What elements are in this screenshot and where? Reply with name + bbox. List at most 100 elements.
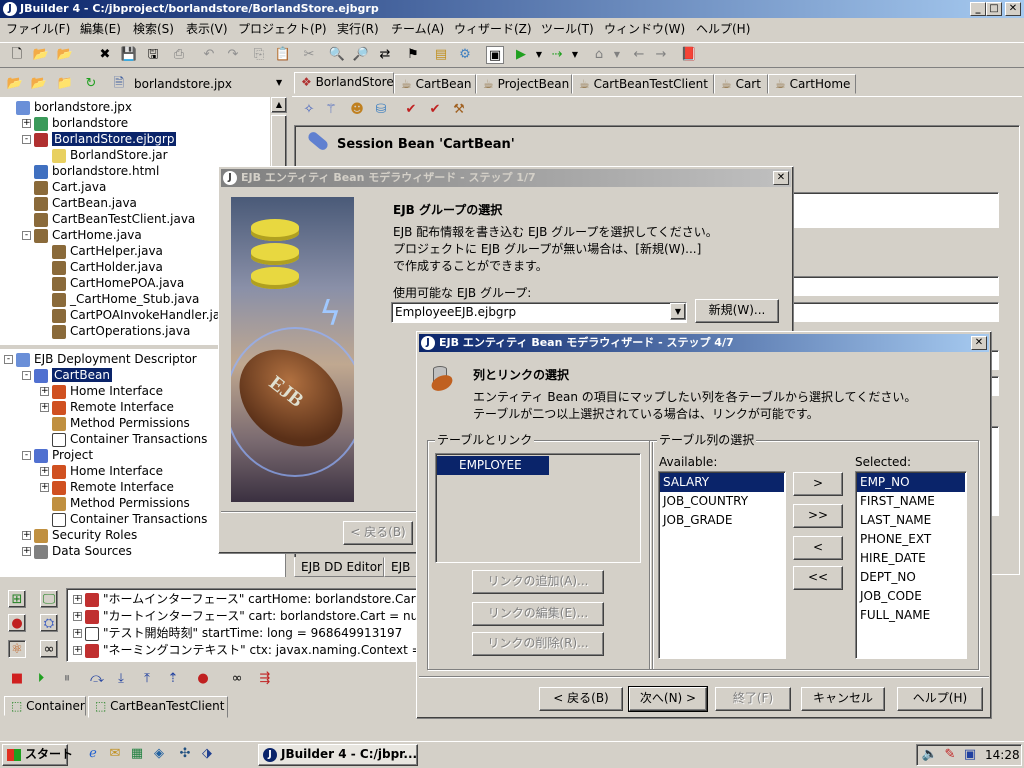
add-link-button[interactable]: リンクの追加(A)... <box>472 570 604 594</box>
tree-item[interactable]: CartPOAInvokeHandler.java <box>40 307 235 323</box>
smart-step-icon[interactable]: ⇡ <box>164 670 182 688</box>
tab-ejb-dd-editor[interactable]: EJB DD Editor <box>294 557 384 577</box>
remove-file-icon[interactable]: 📂 <box>30 75 48 93</box>
tree-item[interactable]: - CartHome.java <box>22 227 142 243</box>
list-item[interactable]: HIRE_DATE <box>857 549 965 568</box>
find-again-icon[interactable]: 🔎 <box>352 46 370 64</box>
browse-icon[interactable]: ⚑ <box>404 46 422 64</box>
move-all-right-button[interactable]: >> <box>793 504 843 528</box>
tree-item[interactable]: - EJB Deployment Descriptor <box>4 351 197 367</box>
tree-item[interactable]: Method Permissions <box>40 495 190 511</box>
menu-help[interactable]: ヘルプ(H) <box>696 19 750 39</box>
tree-item[interactable]: + Remote Interface <box>40 479 174 495</box>
tree-expander-icon[interactable]: - <box>4 355 13 364</box>
classes-icon[interactable]: ⛭ <box>40 614 58 632</box>
menu-window[interactable]: ウィンドウ(W) <box>604 19 685 39</box>
wand-icon[interactable]: ⚚ <box>322 101 340 119</box>
list-item[interactable]: FIRST_NAME <box>857 492 965 511</box>
desktop-icon[interactable]: ▦ <box>128 745 146 763</box>
watch-icon[interactable]: 🖵 <box>40 590 58 608</box>
menu-view[interactable]: 表示(V) <box>186 19 228 39</box>
move-right-button[interactable]: > <box>793 472 843 496</box>
verify-icon[interactable]: ✔ <box>402 101 420 119</box>
tree-expander-icon[interactable]: + <box>40 387 49 396</box>
list-item[interactable]: LAST_NAME <box>857 511 965 530</box>
debug-icon[interactable]: ⇢ <box>548 46 566 64</box>
new-group-button[interactable]: 新規(W)... <box>695 299 779 323</box>
tab-cartbeantestclient-run[interactable]: ⬚ CartBeanTestClient <box>88 696 228 718</box>
delete-link-button[interactable]: リンクの削除(R)... <box>472 632 604 656</box>
tree-item[interactable]: CartHelper.java <box>40 243 163 259</box>
menu-tools[interactable]: ツール(T) <box>541 19 594 39</box>
list-item[interactable]: EMP_NO <box>857 473 965 492</box>
tree-item[interactable]: + Remote Interface <box>40 399 174 415</box>
project-props-icon[interactable]: ▣ <box>486 46 504 64</box>
tree-item[interactable]: CartOperations.java <box>40 323 190 339</box>
edit-link-button[interactable]: リンクの編集(E)... <box>472 602 604 626</box>
selected-listbox[interactable]: EMP_NO FIRST_NAME LAST_NAME PHONE_EXT HIRE_D… <box>855 471 967 659</box>
make-icon[interactable]: ▤ <box>432 46 450 64</box>
tree-item[interactable]: Method Permissions <box>40 415 190 431</box>
tab-carthome[interactable]: ☕ CartHome <box>768 74 856 94</box>
reopen-icon[interactable]: 📂 <box>56 46 74 64</box>
next-button[interactable]: 次へ(N) > <box>628 686 708 712</box>
dialog1-close-button[interactable]: ✕ <box>773 171 789 185</box>
tree-item[interactable]: borlandstore.jpx <box>4 99 132 115</box>
add-breakpoint-icon[interactable]: ● <box>194 670 212 688</box>
project-selector-dropdown-icon[interactable]: ▼ <box>276 78 282 87</box>
console-line[interactable]: + "テスト開始時刻" startTime: long = 96864991319… <box>73 625 402 641</box>
add-watch-icon[interactable]: ∞ <box>228 670 246 688</box>
back-button[interactable]: < 戻る(B) <box>539 687 623 711</box>
list-item[interactable]: PHONE_EXT <box>857 530 965 549</box>
tree-item[interactable]: CartBean.java <box>22 195 137 211</box>
forward-arrow-icon[interactable]: → <box>652 46 670 64</box>
app-launch-icon[interactable]: ✣ <box>176 745 194 763</box>
tree-item[interactable]: + borlandstore <box>22 115 128 131</box>
ejb-wizard-icon[interactable]: ✧ <box>300 101 318 119</box>
list-item[interactable]: FULL_NAME <box>857 606 965 625</box>
step-out-icon[interactable]: ⤒ <box>138 670 156 688</box>
db-icon[interactable]: ⛁ <box>372 101 390 119</box>
back-arrow-icon[interactable]: ← <box>630 46 648 64</box>
start-button[interactable]: スタート <box>2 744 73 766</box>
verify-all-icon[interactable]: ✔ <box>426 101 444 119</box>
find-icon[interactable]: 🔍 <box>328 46 346 64</box>
mask-icon[interactable]: ☻ <box>348 101 366 119</box>
console-line[interactable]: + "ネーミングコンテキスト" ctx: javax.naming.Context… <box>73 642 417 658</box>
list-item[interactable]: DEPT_NO <box>857 568 965 587</box>
tree-expander-icon[interactable]: - <box>22 371 31 380</box>
home-icon[interactable]: ⌂ <box>590 46 608 64</box>
step-over-icon[interactable]: ⤼ <box>88 670 106 688</box>
tab-cartbean[interactable]: ☕ CartBean <box>394 74 476 94</box>
cancel-button[interactable]: キャンセル <box>801 687 885 711</box>
rebuild-icon[interactable]: ⚙ <box>456 46 474 64</box>
breakpoints-icon[interactable]: ● <box>8 614 26 632</box>
tree-item[interactable]: CartHolder.java <box>40 259 163 275</box>
tree-item[interactable]: + Security Roles <box>22 527 137 543</box>
loaded-classes-icon[interactable]: ∞ <box>40 640 58 658</box>
tree-expander-icon[interactable]: + <box>22 531 31 540</box>
tree-expander-icon[interactable]: + <box>40 467 49 476</box>
menu-wizard[interactable]: ウィザード(Z) <box>454 19 532 39</box>
resume-icon[interactable]: ⏵ <box>32 670 50 688</box>
deploy-icon[interactable]: ⚒ <box>450 101 468 119</box>
tab-borlandstore[interactable]: ❖ BorlandStore <box>294 72 394 94</box>
maximize-button[interactable]: □ <box>986 2 1002 16</box>
tray-app-icon[interactable]: ▣ <box>961 746 979 764</box>
move-all-left-button[interactable]: << <box>793 566 843 590</box>
ime-icon[interactable]: ✎ <box>941 746 959 764</box>
tables-listbox[interactable]: EMPLOYEE <box>435 453 641 563</box>
close-file-icon[interactable]: ✖ <box>96 46 114 64</box>
combo-dropdown-icon[interactable]: ▼ <box>670 303 686 320</box>
open-icon[interactable]: 📂 <box>32 46 50 64</box>
redo-icon[interactable]: ↷ <box>224 46 242 64</box>
copy-icon[interactable]: ⎘ <box>250 46 268 64</box>
finish-button[interactable]: 終了(F) <box>715 687 791 711</box>
save-all-icon[interactable]: 🖫 <box>144 46 162 64</box>
tree-item[interactable]: - BorlandStore.ejbgrp <box>22 131 177 147</box>
add-file-icon[interactable]: 📂 <box>6 75 24 93</box>
help-book-icon[interactable]: 📕 <box>680 46 698 64</box>
tree-expander-icon[interactable]: - <box>22 451 31 460</box>
list-item[interactable]: JOB_GRADE <box>660 511 784 530</box>
run-icon[interactable]: ▶ <box>512 46 530 64</box>
